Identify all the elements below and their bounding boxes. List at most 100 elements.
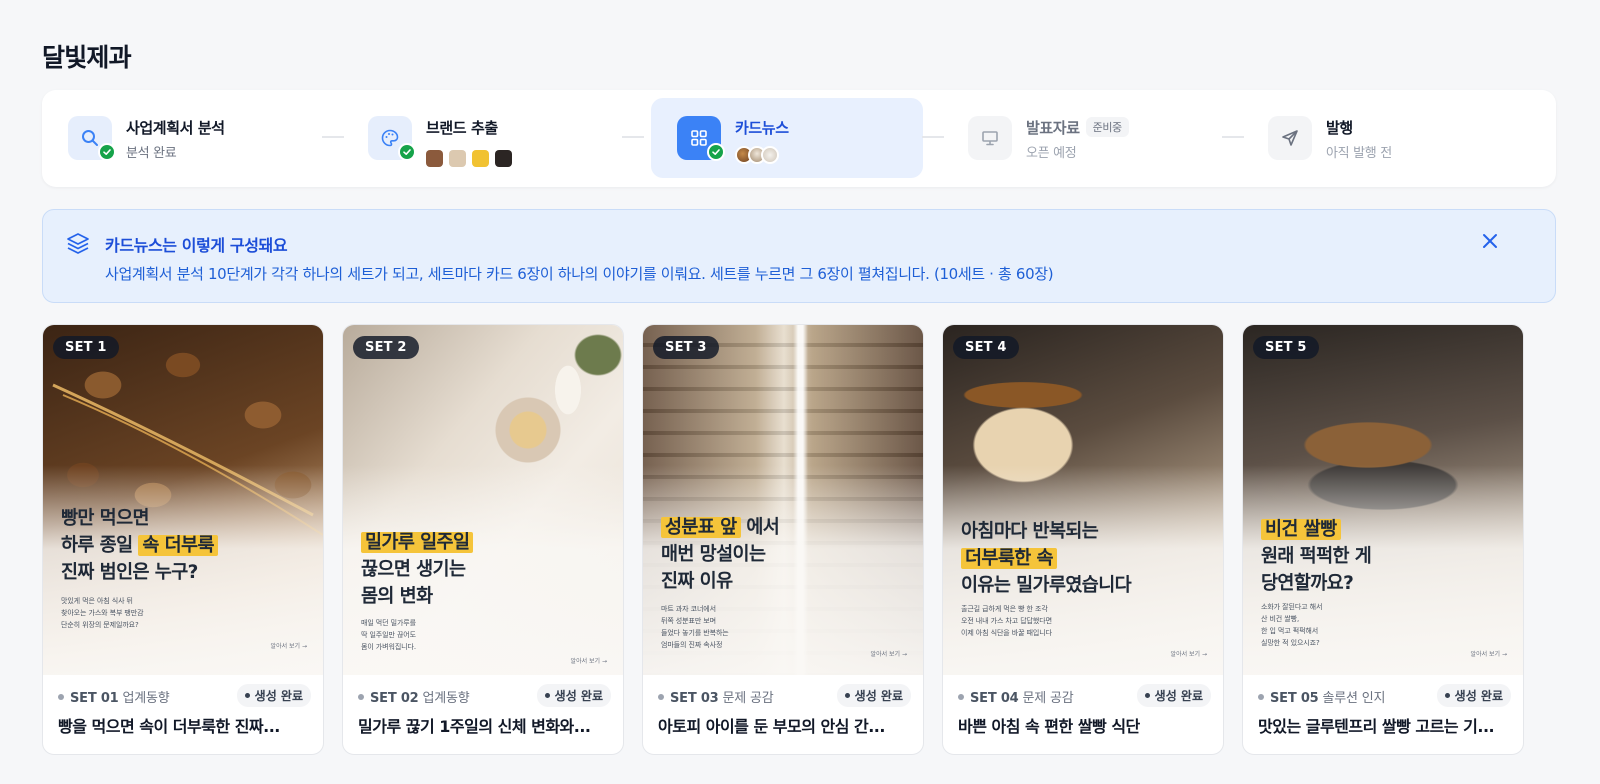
read-more-link: 알아서 보기 → bbox=[870, 651, 907, 658]
headline-line: 빵만 먹으면 bbox=[61, 508, 150, 529]
step-separator bbox=[622, 136, 644, 138]
check-icon bbox=[707, 143, 725, 161]
body-line: 매일 먹던 밀가루를 bbox=[361, 619, 416, 627]
headline-line: 비건 쌀빵 bbox=[1261, 516, 1511, 543]
card-meta: SET 04 문제 공감 bbox=[958, 687, 1074, 706]
check-icon bbox=[398, 143, 416, 161]
status-badge: 생성 완료 bbox=[1136, 684, 1211, 707]
card-title: 빵을 먹으면 속이 더부룩한 진짜... bbox=[58, 717, 280, 736]
check-icon bbox=[98, 143, 116, 161]
card-title: 밀가루 끊기 1주일의 신체 변화와... bbox=[358, 717, 591, 736]
body-line: 소화가 잘된다고 해서 bbox=[1261, 603, 1323, 611]
status-text: 생성 완료 bbox=[1154, 689, 1203, 703]
body-line: 몸이 가벼워집니다. bbox=[361, 643, 416, 651]
body-line: 산 비건 쌀빵, bbox=[1261, 615, 1300, 623]
body-line: 실망한 적 있으시죠? bbox=[1261, 639, 1320, 647]
body-line: 한 입 먹고 퍽퍽해서 bbox=[1261, 627, 1319, 635]
body-line: 이제 아침 식단을 바꿀 때입니다 bbox=[961, 629, 1052, 637]
body-line: 딱 일주일만 끊어도 bbox=[361, 631, 416, 639]
status-badge: 생성 완료 bbox=[536, 684, 611, 707]
set-badge: SET 1 bbox=[53, 336, 119, 359]
card-meta: SET 01 업계동향 bbox=[58, 687, 170, 706]
card-category: 업계동향 bbox=[122, 691, 170, 706]
read-more-link: 알아서 보기 → bbox=[570, 658, 607, 665]
dot-icon bbox=[544, 693, 550, 698]
card-set-3[interactable]: SET 3 성분표 앞 에서 매번 망설이는 진짜 이유 마트 과자 코너에서 … bbox=[642, 324, 924, 755]
info-banner: 카드뉴스는 이렇게 구성돼요 사업계획서 분석 10단계가 각각 하나의 세트가… bbox=[42, 209, 1556, 303]
set-badge: SET 5 bbox=[1253, 336, 1319, 359]
card-footer: SET 03 문제 공감 생성 완료 아토피 아이를 둔 부모의 안심 간... bbox=[643, 675, 923, 754]
status-text: 생성 완료 bbox=[554, 689, 603, 703]
info-description: 사업계획서 분석 10단계가 각각 하나의 세트가 되고, 세트마다 카드 6장… bbox=[105, 265, 1054, 283]
read-more-link: 알아서 보기 → bbox=[270, 643, 307, 650]
headline-line: 원래 퍽퍽한 게 bbox=[1261, 546, 1372, 567]
read-more-link: 알아서 보기 → bbox=[1170, 651, 1207, 658]
step-name: 카드뉴스 bbox=[735, 119, 789, 137]
headline-highlight: 속 더부룩 bbox=[138, 535, 218, 556]
step-name: 브랜드 추출 bbox=[426, 119, 498, 137]
card-cover-image: SET 2 밀가루 일주일 끊으면 생기는 몸의 변화 매일 먹던 밀가루를 딱… bbox=[343, 325, 623, 675]
color-swatch bbox=[472, 150, 489, 167]
step-separator bbox=[922, 136, 944, 138]
card-headline: 성분표 앞 에서 매번 망설이는 진짜 이유 bbox=[661, 514, 911, 595]
headline-line: 끊으면 생기는 bbox=[361, 559, 466, 580]
card-body-text: 마트 과자 코너에서 뒤쪽 성분표만 보며 들었다 놓기를 반복하는 엄마들의 … bbox=[661, 603, 841, 651]
layers-icon bbox=[65, 230, 91, 260]
set-number: SET 03 bbox=[670, 691, 719, 706]
dot-icon bbox=[58, 694, 64, 700]
dot-icon bbox=[1444, 693, 1450, 698]
info-title: 카드뉴스는 이렇게 구성돼요 bbox=[105, 236, 288, 255]
set-badge: SET 4 bbox=[953, 336, 1019, 359]
card-body-text: 맛있게 먹은 아침 식사 뒤 찾아오는 가스와 복부 팽만감 단순히 위장의 문… bbox=[61, 595, 241, 631]
card-set-4[interactable]: SET 4 아침마다 반복되는 더부룩한 속 이유는 밀가루였습니다 출근길 급… bbox=[942, 324, 1224, 755]
step-presentation[interactable]: 발표자료 준비중 오픈 예정 bbox=[942, 98, 1214, 178]
card-meta: SET 05 솔루션 인지 bbox=[1258, 687, 1385, 706]
headline-highlight: 비건 쌀빵 bbox=[1261, 519, 1341, 540]
dot-icon bbox=[658, 694, 664, 700]
card-footer: SET 01 업계동향 생성 완료 빵을 먹으면 속이 더부룩한 진짜... bbox=[43, 675, 323, 754]
card-headline: 아침마다 반복되는 더부룩한 속 이유는 밀가루였습니다 bbox=[961, 518, 1211, 599]
step-separator bbox=[1222, 136, 1244, 138]
step-name-text: 발표자료 bbox=[1026, 119, 1080, 137]
page-title: 달빛제과 bbox=[42, 43, 132, 72]
dot-icon bbox=[958, 694, 964, 700]
headline-line: 진짜 범인은 누구? bbox=[61, 562, 198, 583]
card-title: 맛있는 글루텐프리 쌀빵 고르는 기... bbox=[1258, 717, 1495, 736]
read-more-link: 알아서 보기 → bbox=[1470, 651, 1507, 658]
card-meta: SET 02 업계동향 bbox=[358, 687, 470, 706]
step-card-news[interactable]: 카드뉴스 bbox=[651, 98, 923, 178]
set-number: SET 05 bbox=[1270, 691, 1319, 706]
body-line: 마트 과자 코너에서 bbox=[661, 605, 716, 613]
set-badge: SET 3 bbox=[653, 336, 719, 359]
headline-line: 하루 종일 속 더부룩 bbox=[61, 532, 311, 559]
color-swatch bbox=[449, 150, 466, 167]
presentation-icon bbox=[968, 116, 1012, 160]
body-line: 엄마들의 진짜 속사정 bbox=[661, 641, 723, 649]
step-name: 사업계획서 분석 bbox=[126, 119, 225, 137]
step-brand-extraction[interactable]: 브랜드 추출 bbox=[342, 98, 614, 178]
headline-line: 이유는 밀가루였습니다 bbox=[961, 575, 1132, 596]
body-line: 뒤쪽 성분표만 보며 bbox=[661, 617, 716, 625]
step-name: 발행 bbox=[1326, 119, 1353, 137]
card-set-5[interactable]: SET 5 비건 쌀빵 원래 퍽퍽한 게 당연할까요? 소화가 잘된다고 해서 … bbox=[1242, 324, 1524, 755]
card-cover-image: SET 1 빵만 먹으면 하루 종일 속 더부룩 진짜 범인은 누구? 맛있게 … bbox=[43, 325, 323, 675]
step-business-plan-analysis[interactable]: 사업계획서 분석 분석 완료 bbox=[42, 98, 314, 178]
step-separator bbox=[322, 136, 344, 138]
card-set-1[interactable]: SET 1 빵만 먹으면 하루 종일 속 더부룩 진짜 범인은 누구? 맛있게 … bbox=[42, 324, 324, 755]
body-line: 단순히 위장의 문제일까요? bbox=[61, 621, 139, 629]
card-category: 업계동향 bbox=[422, 691, 470, 706]
headline-line: 당연할까요? bbox=[1261, 573, 1354, 594]
card-headline: 빵만 먹으면 하루 종일 속 더부룩 진짜 범인은 누구? bbox=[61, 505, 311, 586]
headline-line: 성분표 앞 에서 bbox=[661, 514, 911, 541]
card-set-2[interactable]: SET 2 밀가루 일주일 끊으면 생기는 몸의 변화 매일 먹던 밀가루를 딱… bbox=[342, 324, 624, 755]
headline-highlight: 밀가루 일주일 bbox=[361, 532, 474, 553]
step-publish[interactable]: 발행 아직 발행 전 bbox=[1242, 98, 1514, 178]
card-footer: SET 02 업계동향 생성 완료 밀가루 끊기 1주일의 신체 변화와... bbox=[343, 675, 623, 754]
card-footer: SET 04 문제 공감 생성 완료 바쁜 아침 속 편한 쌀빵 식단 bbox=[943, 675, 1223, 754]
color-swatch bbox=[426, 150, 443, 167]
close-icon[interactable] bbox=[1479, 230, 1501, 256]
status-text: 생성 완료 bbox=[254, 689, 303, 703]
card-category: 솔루션 인지 bbox=[1322, 691, 1386, 706]
status-badge: 생성 완료 bbox=[836, 684, 911, 707]
status-text: 생성 완료 bbox=[1454, 689, 1503, 703]
